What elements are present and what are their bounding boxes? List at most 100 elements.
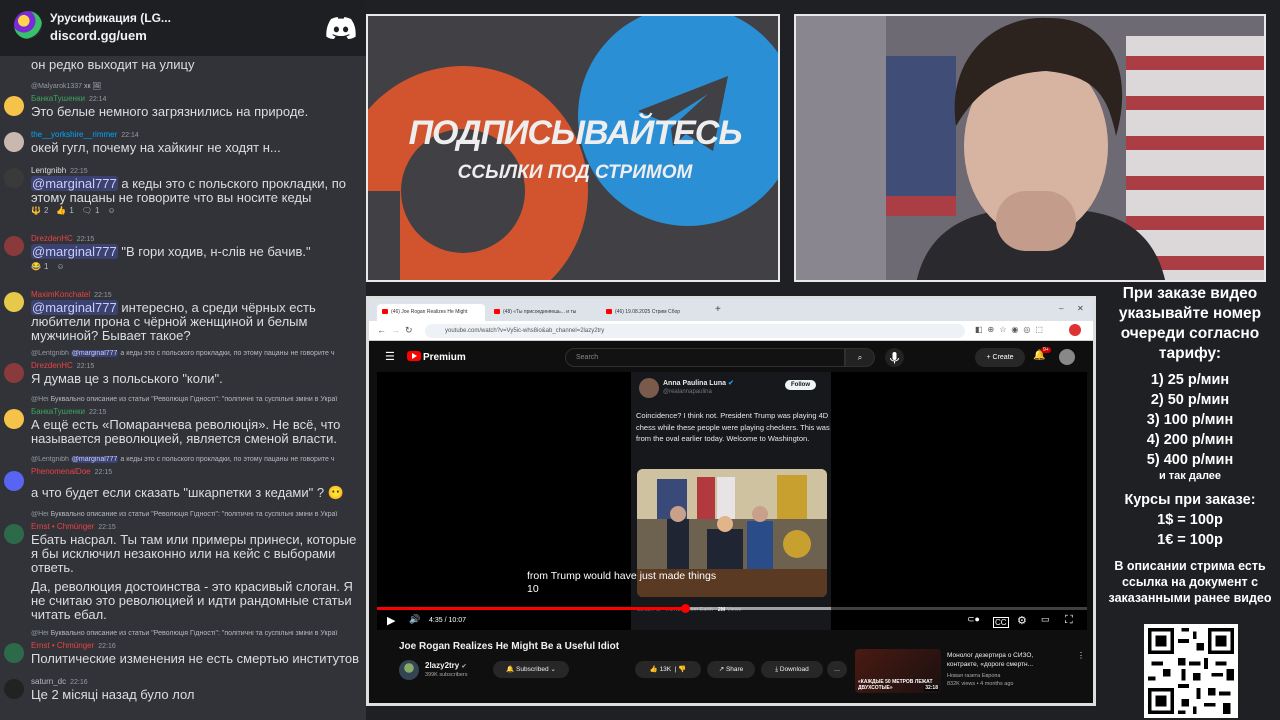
- reaction[interactable]: 😂 1: [31, 262, 48, 271]
- subscribed-button[interactable]: 🔔 Subscribed ⌄: [493, 661, 569, 678]
- settings-gear-icon[interactable]: ⚙: [1017, 614, 1027, 627]
- autoplay-toggle-icon[interactable]: ⊂●: [967, 614, 980, 625]
- voice-search-button[interactable]: [885, 348, 904, 367]
- extension-icons[interactable]: ◧⊕☆◉◎⬚: [975, 325, 1048, 334]
- reply-author: @Hei: [31, 396, 49, 403]
- menu-icon[interactable]: ☰: [385, 350, 395, 363]
- close-icon[interactable]: ✕: [1077, 304, 1084, 313]
- add-reaction-icon[interactable]: ☺: [56, 262, 64, 271]
- video-progress-bar[interactable]: [377, 604, 1087, 613]
- author-name[interactable]: DrezdenHC: [31, 361, 73, 370]
- timestamp: 22:15: [94, 292, 112, 299]
- message-text: Це 2 місяці назад було лол: [31, 687, 195, 702]
- avatar[interactable]: [4, 132, 24, 152]
- author-name[interactable]: Ernst • Chmünger: [31, 641, 94, 650]
- reaction[interactable]: 👍 1: [56, 206, 73, 215]
- player-controls: ▶ 🔊 4:35 / 10:07 ⊂● CC ⚙ ▭ ⛶: [377, 611, 1087, 631]
- theater-mode-icon[interactable]: ▭: [1041, 614, 1050, 625]
- reply-author: @Hei: [31, 511, 49, 518]
- author-name[interactable]: БанкаТушенки: [31, 94, 85, 103]
- address-bar[interactable]: youtube.com/watch?v=Vy5ic-whs8io&ab_chan…: [425, 324, 965, 338]
- author-name[interactable]: the__yorkshire__rimmer: [31, 130, 117, 139]
- fullscreen-icon[interactable]: ⛶: [1065, 614, 1073, 627]
- browser-tab[interactable]: (48) «Ты присоединяешь... и ты: [489, 304, 597, 321]
- discord-chat-panel: Урусификация (LG... discord.gg/uem он ре…: [0, 0, 366, 720]
- more-vertical-icon[interactable]: ⋮: [1077, 651, 1085, 660]
- browser-tab[interactable]: (46) 19.08.2025 Стрим Сбор: [601, 304, 709, 321]
- message-list[interactable]: он редко выходит на улицу @Malyarok1337 …: [0, 56, 366, 720]
- volume-icon[interactable]: 🔊: [409, 614, 420, 625]
- avatar[interactable]: [4, 643, 24, 663]
- tweet-text: Coincidence? I think not. President Trum…: [636, 411, 830, 443]
- message-text: А ещё есть «Помаранчева революція». Не в…: [31, 417, 341, 446]
- download-button[interactable]: ⤓ Download: [761, 661, 823, 678]
- play-icon[interactable]: ▶: [387, 614, 395, 627]
- channel-avatar[interactable]: [399, 660, 419, 680]
- youtube-logo[interactable]: Premium: [407, 351, 466, 363]
- user-mention[interactable]: @marginal777: [31, 300, 118, 315]
- more-horizontal-icon: …: [833, 666, 841, 673]
- download-icon: ⤓: [775, 666, 779, 673]
- reload-icon[interactable]: ↻: [405, 325, 413, 336]
- author-name[interactable]: DrezdenHC: [31, 234, 73, 243]
- profile-icon[interactable]: [1069, 324, 1081, 336]
- minimize-icon[interactable]: –: [1059, 304, 1063, 313]
- search-icon: ⌕: [857, 353, 863, 362]
- avatar[interactable]: [4, 168, 24, 188]
- user-mention: @marginal777: [70, 350, 119, 357]
- create-button[interactable]: + Create: [975, 348, 1025, 367]
- reaction-bar: 🔱 2 👍 1 🗨 1 ☺: [31, 206, 116, 215]
- author-name[interactable]: БанкаТушенки: [31, 407, 85, 416]
- author-name[interactable]: Ernst • Chmünger: [31, 522, 94, 531]
- share-button[interactable]: ↗ Share: [707, 661, 755, 678]
- tweet-avatar: [639, 378, 659, 398]
- server-icon: [14, 11, 42, 39]
- recommended-video[interactable]: «КАЖДЫЕ 50 МЕТРОВ ЛЕЖАТ ДВУХСОТЫЕ» 32:18…: [855, 649, 1089, 693]
- message-text: а что будет если сказать "шкарпетки з ке…: [31, 485, 325, 500]
- add-reaction-icon[interactable]: ☺: [107, 206, 115, 215]
- back-icon[interactable]: ←: [377, 325, 386, 335]
- avatar[interactable]: [4, 96, 24, 116]
- user-mention[interactable]: @marginal777: [31, 176, 118, 191]
- search-input[interactable]: Search: [565, 348, 845, 367]
- emoji-icon: 😶: [327, 485, 344, 500]
- author-name[interactable]: MaximKonchatel: [31, 290, 90, 299]
- user-mention[interactable]: @marginal777: [31, 244, 118, 259]
- account-avatar[interactable]: [1059, 349, 1075, 365]
- chevron-down-icon: ⌄: [550, 666, 556, 673]
- server-header[interactable]: Урусификация (LG... discord.gg/uem: [0, 0, 366, 56]
- forward-icon[interactable]: →: [391, 325, 400, 335]
- avatar[interactable]: [4, 524, 24, 544]
- author-name[interactable]: saturn_dc: [31, 677, 66, 686]
- author-name[interactable]: Lentgnibh: [31, 166, 66, 175]
- avatar[interactable]: [4, 363, 24, 383]
- reaction[interactable]: 🔱 2: [31, 206, 48, 215]
- more-actions-button[interactable]: …: [827, 661, 847, 678]
- search-button[interactable]: ⌕: [845, 348, 875, 367]
- subtitles-icon[interactable]: CC: [993, 617, 1009, 628]
- browser-tab[interactable]: (46) Joe Rogan Realizes He Might: [377, 304, 485, 321]
- avatar[interactable]: [4, 471, 24, 491]
- reaction[interactable]: 🗨 1: [82, 206, 100, 215]
- thumbs-up-icon: 👍: [649, 666, 658, 673]
- avatar[interactable]: [4, 292, 24, 312]
- avatar[interactable]: [4, 236, 24, 256]
- avatar[interactable]: [4, 679, 24, 699]
- tariff-more: и так далее: [1158, 470, 1222, 482]
- timestamp: 22:14: [121, 132, 139, 139]
- new-tab-icon[interactable]: +: [715, 304, 721, 315]
- video-time: 4:35 / 10:07: [429, 617, 466, 624]
- channel-name[interactable]: 2lazy2try ✔: [425, 661, 467, 670]
- video-player[interactable]: Anna Paulina Luna ✔ @realannapaulina Fol…: [377, 372, 1087, 630]
- discord-logo-icon: [326, 17, 356, 39]
- reply-text: а кеды это с польского прокладки, по это…: [120, 350, 335, 357]
- like-dislike-button[interactable]: 👍 13K | 👎: [635, 661, 701, 678]
- browser-toolbar: ← → ↻ youtube.com/watch?v=Vy5ic-whs8io&a…: [369, 321, 1093, 341]
- avatar[interactable]: [4, 409, 24, 429]
- server-invite-link[interactable]: discord.gg/uem: [50, 28, 147, 43]
- tariff-4: 4) 200 р/мин: [1146, 432, 1234, 448]
- timestamp: 22:15: [70, 168, 88, 175]
- author-name[interactable]: PhenomenalDoe: [31, 467, 91, 476]
- reply-author: @Hei: [31, 630, 49, 637]
- thumbs-down-icon: 👎: [678, 666, 687, 673]
